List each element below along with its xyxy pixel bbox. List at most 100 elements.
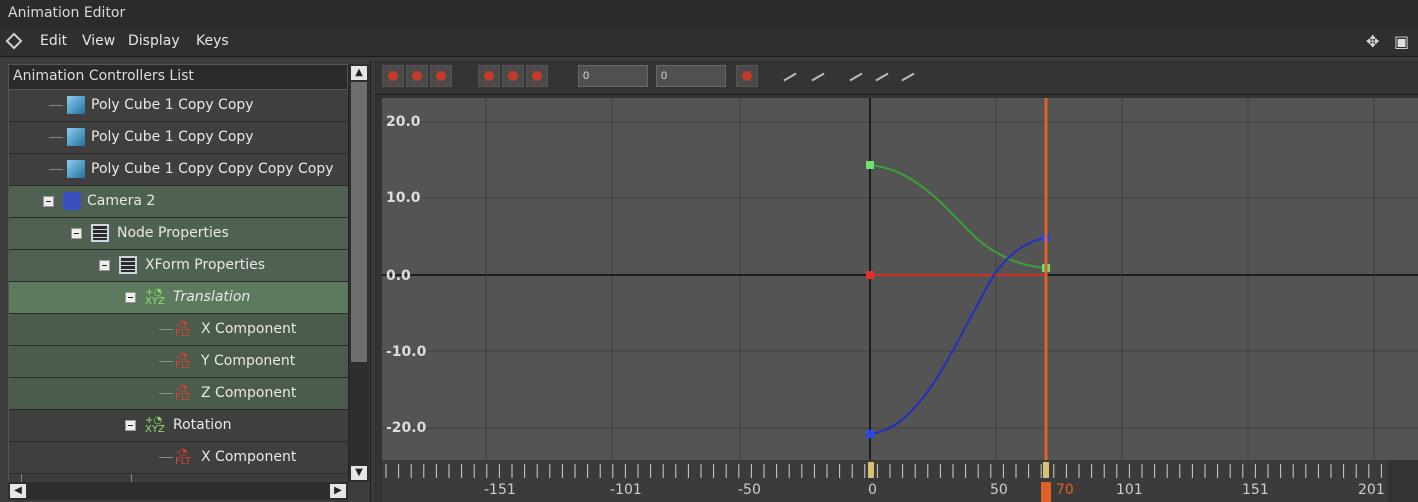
key-tool-icon[interactable] <box>526 65 548 87</box>
y-key <box>866 161 874 169</box>
table-icon <box>119 256 137 274</box>
y-tick-label: 20.0 <box>386 114 421 130</box>
scroll-thumb[interactable] <box>351 82 367 362</box>
collapse-icon[interactable] <box>71 228 82 239</box>
tree-item[interactable]: Poly Cube 1 Copy Copy Copy Copy <box>9 154 349 186</box>
scroll-left-icon[interactable]: ◀ <box>10 484 26 498</box>
tangent-flat-icon[interactable] <box>870 65 892 87</box>
y-tick-label: 10.0 <box>386 190 421 206</box>
menu-view[interactable]: View <box>82 33 115 49</box>
scroll-down-icon[interactable]: ▼ <box>351 466 367 480</box>
tree-horizontal-scrollbar[interactable]: ◀ ▶ <box>8 482 348 500</box>
float-controller-icon: -◔ FLT <box>175 383 192 403</box>
current-frame-label: 70 <box>1056 482 1074 498</box>
controllers-tree: Poly Cube 1 Copy Copy Poly Cube 1 Copy C… <box>8 90 349 482</box>
tree-item-label: X Component <box>201 321 297 337</box>
menu-keys[interactable]: Keys <box>196 33 229 49</box>
controllers-header-label: Animation Controllers List <box>13 68 194 84</box>
collapse-icon[interactable] <box>99 260 110 271</box>
key-tool-icon[interactable] <box>430 65 452 87</box>
tree-item-label: Poly Cube 1 Copy Copy Copy Copy <box>91 161 334 177</box>
maximize-icon[interactable]: ▣ <box>1394 32 1412 51</box>
tree-vertical-scrollbar[interactable]: ▲ ▼ <box>348 64 369 482</box>
menu-edit[interactable]: Edit <box>40 33 67 49</box>
value-field[interactable] <box>656 65 726 87</box>
tree-item-label: Poly Cube 1 Copy Copy <box>91 129 254 145</box>
key-marker[interactable] <box>868 462 874 478</box>
xyz-icon: +◔ XYZ <box>145 415 165 435</box>
tree-item-x-component[interactable]: -◔ FLT X Component <box>9 314 349 346</box>
tree-item-label: Camera 2 <box>87 193 156 209</box>
tree-item-z-component[interactable]: -◔ FLT Z Component <box>9 378 349 410</box>
menu-bar: Edit View Display Keys ✥ ▣ <box>0 28 1418 57</box>
tangent-constant-icon[interactable] <box>896 65 918 87</box>
tree-item-label: Translation <box>173 289 251 305</box>
float-controller-icon: -◔ FLT <box>175 351 192 371</box>
tree-item-label: Rotation <box>173 417 232 433</box>
cube-icon <box>67 96 85 114</box>
frame-field[interactable] <box>578 65 648 87</box>
curve-graph[interactable]: 20.0 10.0 0.0 -10.0 -20.0 <box>382 98 1418 460</box>
tree-item-label: X Component <box>201 449 297 465</box>
tree-item-camera[interactable]: Camera 2 <box>9 186 349 218</box>
tree-item-label: Z Component <box>201 385 297 401</box>
key-tool-icon[interactable] <box>406 65 428 87</box>
tree-item-label: Node Properties <box>117 225 229 241</box>
key-tool-icon[interactable] <box>382 65 404 87</box>
z-curve <box>869 237 1047 435</box>
tangent-smooth-icon[interactable] <box>844 65 866 87</box>
key-marker[interactable] <box>1043 462 1049 478</box>
tree-item[interactable]: Poly Cube 1 Copy Copy <box>9 122 349 154</box>
timeline-label: -151 <box>484 482 516 498</box>
collapse-icon[interactable] <box>43 196 54 207</box>
tree-item-label: Poly Cube 1 Copy Copy <box>91 97 254 113</box>
tree-item-xform-properties[interactable]: XForm Properties <box>9 250 349 282</box>
x-key <box>866 271 874 279</box>
scroll-up-icon[interactable]: ▲ <box>351 66 367 80</box>
collapse-icon[interactable] <box>125 420 136 431</box>
timeline-label: 151 <box>1242 482 1269 498</box>
tree-item-rotation[interactable]: +◔ XYZ Rotation <box>9 410 349 442</box>
timeline-label: -101 <box>610 482 642 498</box>
collapse-icon[interactable] <box>125 292 136 303</box>
z-key <box>866 430 874 438</box>
curve-editor: 20.0 10.0 0.0 -10.0 -20.0 -151 -101 -50 … <box>374 60 1418 502</box>
curve-graph-svg[interactable] <box>382 98 1418 460</box>
move-icon[interactable]: ✥ <box>1366 32 1384 51</box>
tree-item-y-component[interactable]: -◔ FLT Y Component <box>9 346 349 378</box>
y-tick-label: -20.0 <box>386 420 427 436</box>
tree-item-node-properties[interactable]: Node Properties <box>9 218 349 250</box>
cube-icon <box>67 160 85 178</box>
tangent-linear-icon[interactable] <box>778 65 800 87</box>
y-tick-label: -10.0 <box>386 344 427 360</box>
timeline-label: -50 <box>738 482 761 498</box>
y-tick-label: 0.0 <box>386 268 411 284</box>
tree-item-x-component[interactable]: -◔ FLT X Component <box>9 442 349 474</box>
float-controller-icon: -◔ FLT <box>175 319 192 339</box>
window-title: Animation Editor <box>8 5 126 21</box>
playhead-handle[interactable] <box>1041 482 1051 502</box>
y-curve <box>869 164 1047 269</box>
timeline-label: 0 <box>868 482 877 498</box>
timeline-ticks <box>385 462 1382 502</box>
timeline-label: 201 <box>1358 482 1385 498</box>
scroll-right-icon[interactable]: ▶ <box>330 484 346 498</box>
timeline-ruler[interactable]: -151 -101 -50 0 50 70 101 151 201 <box>382 460 1388 502</box>
tree-item-label: Y Component <box>201 353 296 369</box>
controllers-header: Animation Controllers List <box>8 64 348 90</box>
app-menu-icon[interactable] <box>5 32 23 50</box>
xyz-icon: +◔ XYZ <box>145 287 165 307</box>
add-key-icon[interactable] <box>736 65 758 87</box>
camera-icon <box>63 192 81 210</box>
menu-display[interactable]: Display <box>128 33 180 49</box>
key-tool-icon[interactable] <box>502 65 524 87</box>
key-tool-icon[interactable] <box>478 65 500 87</box>
float-controller-icon: -◔ FLT <box>175 447 192 467</box>
tree-item-translation[interactable]: +◔ XYZ Translation <box>9 282 349 314</box>
tangent-step-icon[interactable] <box>806 65 828 87</box>
cube-icon <box>67 128 85 146</box>
timeline-label: 50 <box>990 482 1008 498</box>
timeline-label: 101 <box>1116 482 1143 498</box>
tree-item[interactable]: Poly Cube 1 Copy Copy <box>9 90 349 122</box>
curve-toolbar <box>374 60 1418 95</box>
